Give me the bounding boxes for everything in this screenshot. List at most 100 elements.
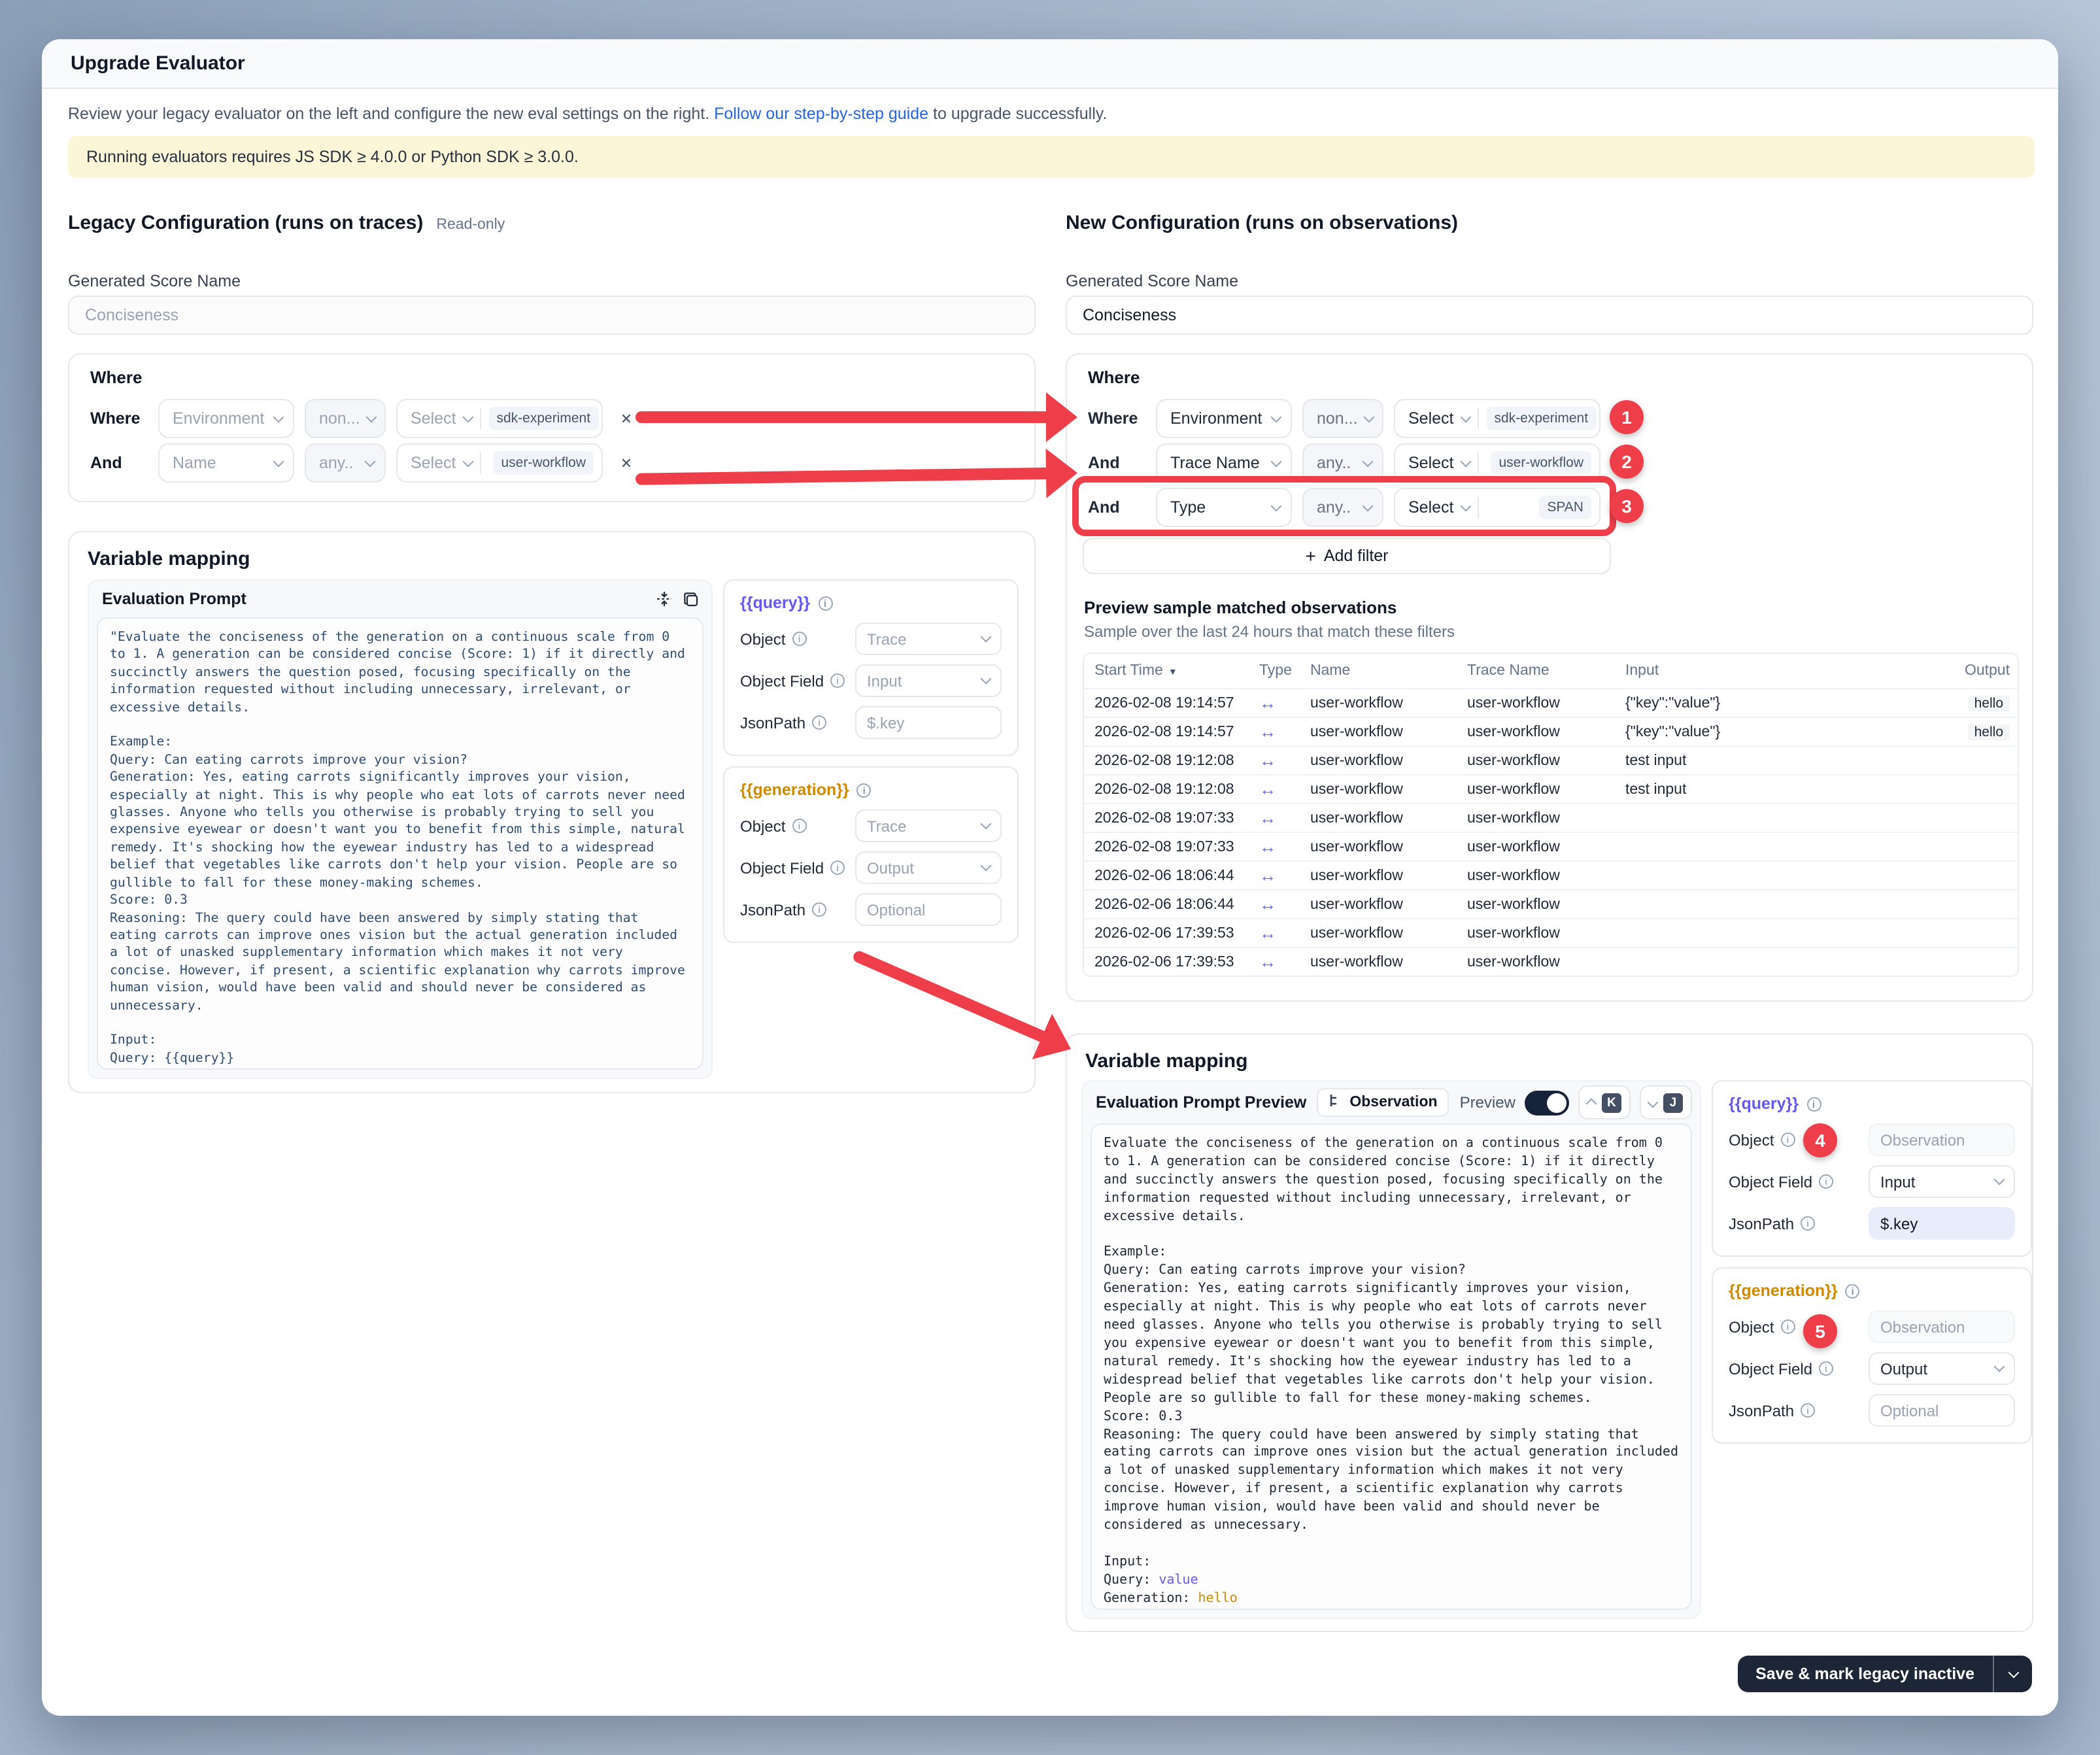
filter-column-dropdown[interactable]: Trace Name	[1156, 443, 1292, 483]
object-dropdown: Trace	[855, 809, 1002, 842]
chevron-down-icon	[1460, 500, 1471, 511]
info-icon: i	[1780, 1133, 1795, 1147]
legacy-variable-mapping-card: Variable mapping Evaluation Prompt "Eval…	[68, 531, 1036, 1093]
object-field-dropdown[interactable]: Input	[1869, 1165, 2015, 1198]
copy-icon[interactable]	[683, 591, 698, 607]
table-row[interactable]: 2026-02-08 19:07:33↔user-workflowuser-wo…	[1084, 803, 2018, 832]
filter-column-dropdown[interactable]: Type	[1156, 488, 1292, 527]
table-row[interactable]: 2026-02-08 19:12:08↔user-workflowuser-wo…	[1084, 774, 2018, 803]
filter-operator-dropdown[interactable]: any..	[1302, 488, 1383, 527]
object-type-chip[interactable]: Observation	[1317, 1088, 1449, 1117]
step-by-step-guide-link[interactable]: Follow our step-by-step guide	[714, 105, 928, 123]
filter-value-chip: SPAN	[1539, 496, 1591, 519]
object-input-disabled: Observation	[1869, 1310, 2015, 1343]
legacy-score-name-value: Conciseness	[85, 306, 178, 324]
modal-title: Upgrade Evaluator	[71, 52, 245, 75]
upgrade-evaluator-modal: Upgrade Evaluator Review your legacy eva…	[42, 39, 2058, 1716]
add-filter-button[interactable]: + Add filter	[1083, 537, 1611, 574]
table-row[interactable]: 2026-02-06 18:06:44↔user-workflowuser-wo…	[1084, 860, 2018, 889]
evaluation-prompt-title: Evaluation Prompt	[102, 590, 246, 608]
observations-table: Start Time▼ Type Name Trace Name Input O…	[1083, 653, 2019, 977]
filter-value-chip: user-workflow	[493, 451, 594, 475]
table-row[interactable]: 2026-02-08 19:12:08↔user-workflowuser-wo…	[1084, 745, 2018, 774]
chevron-up-icon	[1585, 1099, 1597, 1110]
filter-select-label: Select	[411, 409, 456, 428]
field-label: JsonPath	[1729, 1401, 1794, 1420]
info-icon: i	[1801, 1216, 1815, 1231]
filter-operator-dropdown[interactable]: any..	[1302, 443, 1383, 483]
new-config-panel-title: New Configuration (runs on observations)	[1066, 212, 1458, 234]
info-icon: i	[812, 715, 826, 730]
field-label: JsonPath	[1729, 1214, 1794, 1233]
info-icon: i	[830, 860, 845, 875]
object-value: Observation	[1880, 1318, 2003, 1336]
info-icon: i	[1806, 1097, 1821, 1111]
legacy-evaluation-prompt-card: Evaluation Prompt "Evaluate the concisen…	[88, 579, 713, 1079]
field-label: Object Field	[740, 672, 824, 690]
object-field-value: Output	[1880, 1359, 1988, 1378]
filter-remove-button[interactable]: ✕	[1611, 494, 1637, 520]
filter-value-select[interactable]: Select SPAN	[1394, 488, 1600, 527]
new-filter-row-2: And Trace Name any.. Selectuser-workflow…	[1088, 443, 1637, 483]
save-button[interactable]: Save & mark legacy inactive	[1737, 1656, 1993, 1692]
span-type-icon: ↔	[1259, 866, 1276, 885]
filter-value-select[interactable]: Selectuser-workflow	[1394, 443, 1600, 483]
filter-operator-dropdown: any..	[305, 443, 386, 483]
jsonpath-input[interactable]: Optional	[1869, 1394, 2015, 1427]
object-field-dropdown[interactable]: Output	[1869, 1352, 2015, 1385]
new-score-name-value: Conciseness	[1083, 306, 1176, 324]
table-row[interactable]: 2026-02-06 17:39:53↔user-workflowuser-wo…	[1084, 947, 2018, 976]
filter-remove-button[interactable]: ✕	[1611, 450, 1637, 476]
preview-toggle[interactable]	[1525, 1090, 1569, 1115]
chevron-down-icon	[462, 456, 473, 467]
variable-name: {{generation}}	[740, 781, 849, 799]
object-value: Trace	[867, 817, 974, 835]
legacy-generation-variable-card: {{generation}}i ObjectiTrace Object Fiel…	[723, 766, 1019, 943]
shortcut-up-button[interactable]: K	[1578, 1085, 1631, 1119]
filter-value-select[interactable]: Selectsdk-experiment	[1394, 399, 1600, 438]
save-split-button[interactable]: Save & mark legacy inactive	[1737, 1656, 2032, 1692]
legacy-filter-row-2: And Name any.. Selectuser-workflow ✕	[90, 443, 639, 483]
new-score-name-input[interactable]: Conciseness	[1066, 296, 2033, 335]
object-field-value: Input	[1880, 1172, 1988, 1191]
jsonpath-placeholder: Optional	[867, 900, 990, 919]
filter-operator-value: non...	[319, 409, 360, 428]
chevron-down-icon	[1271, 411, 1282, 422]
add-filter-label: Add filter	[1324, 547, 1389, 565]
span-type-icon: ↔	[1259, 808, 1276, 828]
field-label: Object Field	[740, 859, 824, 877]
chevron-down-icon	[1460, 456, 1471, 467]
table-row[interactable]: 2026-02-06 17:39:53↔user-workflowuser-wo…	[1084, 918, 2018, 947]
filter-operator-dropdown: non...	[305, 399, 386, 438]
filter-column-value: Type	[1170, 498, 1264, 517]
jsonpath-input: Optional	[855, 893, 1002, 926]
variable-name: {{generation}}	[1729, 1282, 1838, 1300]
jsonpath-input[interactable]: $.key	[1869, 1207, 2015, 1240]
new-score-name-label: Generated Score Name	[1066, 272, 1238, 290]
divider	[1478, 452, 1479, 473]
chevron-down-icon	[2008, 1667, 2019, 1678]
filter-column-dropdown[interactable]: Environment	[1156, 399, 1292, 438]
filter-remove-button[interactable]: ✕	[1611, 405, 1637, 432]
legacy-where-card: Where Where Environment non... Selectsdk…	[68, 353, 1036, 502]
table-row[interactable]: 2026-02-06 18:06:44↔user-workflowuser-wo…	[1084, 889, 2018, 918]
table-row[interactable]: 2026-02-08 19:14:57↔user-workflowuser-wo…	[1084, 688, 2018, 717]
legacy-score-name-input: Conciseness	[68, 296, 1036, 335]
new-where-title: Where	[1088, 367, 1140, 387]
info-icon: i	[1801, 1403, 1815, 1418]
shortcut-down-button[interactable]: J	[1640, 1085, 1692, 1119]
filter-select-label: Select	[1408, 409, 1454, 428]
span-type-icon: ↔	[1259, 923, 1276, 943]
table-row[interactable]: 2026-02-08 19:14:57↔user-workflowuser-wo…	[1084, 717, 2018, 745]
filter-select-label: Select	[1408, 498, 1454, 517]
table-row[interactable]: 2026-02-08 19:07:33↔user-workflowuser-wo…	[1084, 832, 2018, 860]
collapse-icon[interactable]	[656, 591, 672, 607]
jsonpath-input: $.key	[855, 706, 1002, 739]
info-icon: i	[1819, 1174, 1833, 1189]
prompt-text: Generation:	[1104, 1591, 1198, 1605]
filter-operator-dropdown[interactable]: non...	[1302, 399, 1383, 438]
column-header-start-time[interactable]: Start Time▼	[1084, 663, 1249, 679]
save-options-dropdown[interactable]	[1993, 1656, 2032, 1692]
chevron-down-icon	[273, 456, 284, 467]
keycap-k: K	[1602, 1093, 1621, 1112]
